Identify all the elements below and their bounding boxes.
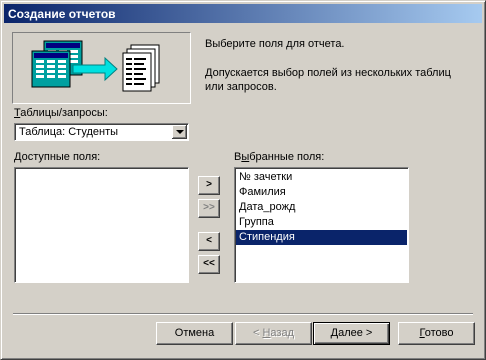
add-all-fields-button[interactable]: >> — [198, 199, 220, 218]
back-button[interactable]: < Назад — [235, 322, 312, 345]
selected-fields-label-text: бранные поля: — [249, 151, 325, 163]
title-bar[interactable]: Создание отчетов — [4, 4, 482, 23]
instruction-line-1: Выберите поля для отчета. — [205, 38, 345, 50]
next-button[interactable]: Далее > — [313, 322, 390, 345]
footer-separator — [13, 313, 473, 315]
available-fields-label-text: оступные поля: — [21, 151, 101, 163]
selected-fields-list[interactable]: № зачетки Фамилия Дата_рожд Группа Стипе… — [234, 167, 409, 283]
selected-field-item[interactable]: Фамилия — [236, 185, 407, 200]
available-fields-label: Доступные поля: — [14, 151, 100, 163]
selected-field-item-highlighted[interactable]: Стипендия — [236, 230, 407, 245]
report-wizard-dialog: Создание отчетов Выберите поля для отчет… — [0, 0, 486, 360]
dropdown-arrow-icon[interactable] — [172, 125, 187, 139]
selected-field-item[interactable]: № зачетки — [236, 170, 407, 185]
instruction-line-2: Допускается выбор полей из нескольких та… — [205, 67, 451, 79]
remove-field-button[interactable]: < — [198, 232, 220, 251]
available-fields-list[interactable] — [14, 167, 189, 283]
selected-field-item[interactable]: Группа — [236, 215, 407, 230]
tables-queries-label: Таблицы/запросы: — [14, 107, 108, 119]
finish-button-text: отово — [424, 327, 454, 339]
add-field-button[interactable]: > — [198, 176, 220, 195]
tables-to-report-icon — [31, 40, 160, 92]
available-fields-mnemonic: Д — [14, 151, 22, 163]
instruction-line-3: или запросов. — [205, 81, 277, 93]
next-button-mnemonic: Д — [330, 327, 339, 339]
wizard-illustration — [12, 32, 191, 104]
back-button-text: азад — [270, 327, 294, 339]
remove-all-fields-button[interactable]: << — [198, 255, 220, 274]
tables-queries-combobox[interactable]: Таблица: Студенты — [14, 123, 189, 141]
tables-queries-label-text: аблицы/запросы: — [20, 107, 108, 119]
tables-queries-value: Таблица: Студенты — [19, 126, 119, 138]
selected-fields-label: Выбранные поля: — [234, 151, 324, 163]
next-button-text: алее > — [338, 327, 373, 339]
selected-field-item[interactable]: Дата_рожд — [236, 200, 407, 215]
finish-button[interactable]: Готово — [398, 322, 475, 345]
cancel-button[interactable]: Отмена — [156, 322, 233, 345]
window-title: Создание отчетов — [8, 7, 116, 21]
